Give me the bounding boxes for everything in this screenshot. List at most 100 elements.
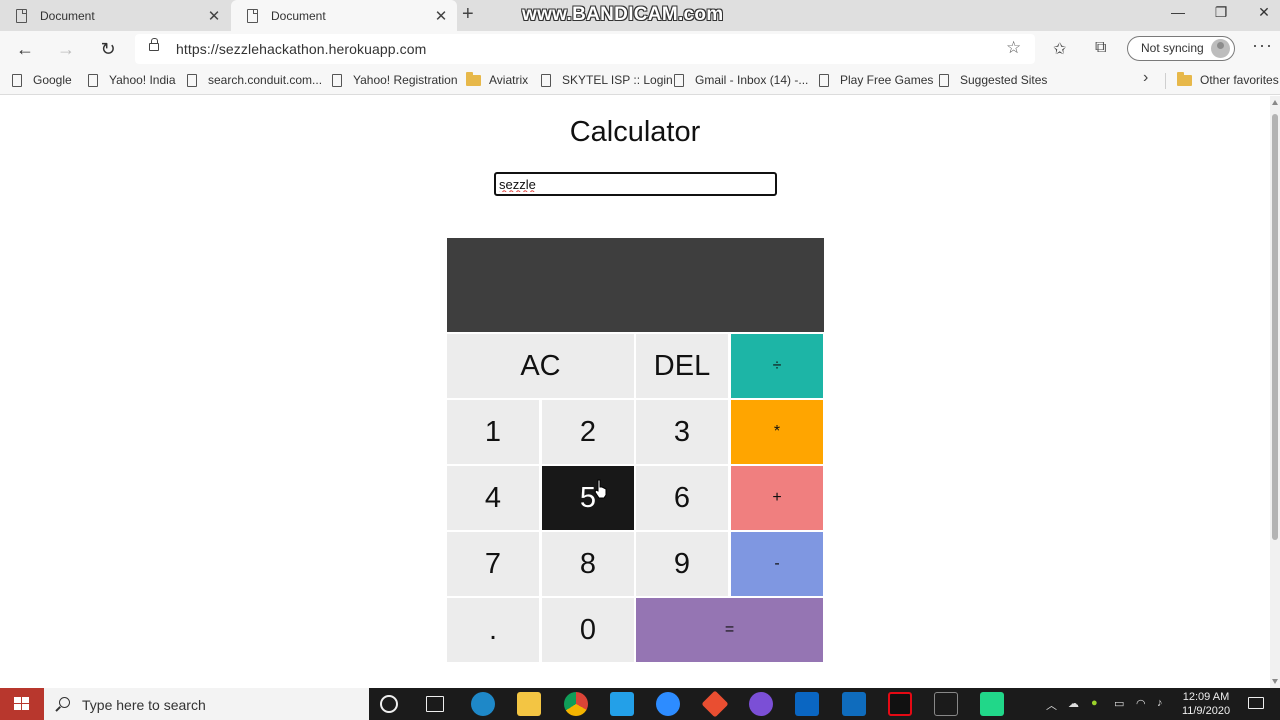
del-button[interactable]: DEL [636, 334, 728, 398]
favorite-item[interactable]: Gmail - Inbox (14) -... [674, 73, 808, 87]
favorite-item[interactable]: Google [12, 73, 72, 87]
url-text[interactable]: https://sezzlehackathon.herokuapp.com [176, 41, 426, 57]
profile-sync-button[interactable]: Not syncing [1127, 36, 1235, 61]
app-icon[interactable] [749, 692, 773, 716]
favorite-label: SKYTEL ISP :: Login [562, 73, 673, 87]
digit-4-button[interactable]: 4 [447, 466, 539, 530]
digit-6-button[interactable]: 6 [636, 466, 728, 530]
ac-button[interactable]: AC [447, 334, 634, 398]
scroll-down-icon[interactable] [1272, 679, 1278, 684]
prime-video-icon[interactable] [934, 692, 958, 716]
tray-app-icon[interactable]: ● [1091, 697, 1098, 709]
page-icon [674, 73, 684, 87]
other-favorites-folder[interactable]: Other favorites [1177, 71, 1279, 87]
folder-icon [1177, 71, 1192, 86]
page-icon [12, 73, 22, 87]
pycharm-icon[interactable] [980, 692, 1004, 716]
outlook-icon[interactable] [842, 692, 866, 716]
close-tab-icon[interactable]: ✕ [206, 7, 222, 25]
tab-title: Document [271, 8, 326, 23]
netflix-icon[interactable] [888, 692, 912, 716]
favorite-item[interactable]: Yahoo! India [88, 73, 176, 87]
battery-icon[interactable]: ▭ [1114, 697, 1124, 710]
minus-button[interactable]: - [731, 532, 823, 596]
digit-1-button[interactable]: 1 [447, 400, 539, 464]
favorite-item[interactable]: Suggested Sites [939, 73, 1047, 87]
hand-cursor-icon [594, 479, 607, 499]
git-icon[interactable] [701, 690, 729, 718]
minimize-icon[interactable]: — [1158, 4, 1198, 20]
browser-tab-bar: Document ✕ Document ✕ + www.BANDICAM.com… [0, 0, 1280, 31]
digit-3-button[interactable]: 3 [636, 400, 728, 464]
browser-tab-1[interactable]: Document ✕ [0, 0, 230, 31]
favorite-label: Other favorites [1200, 73, 1279, 87]
scroll-up-icon[interactable] [1272, 100, 1278, 105]
digit-7-button[interactable]: 7 [447, 532, 539, 596]
page-title: Calculator [569, 116, 701, 148]
chevron-right-icon[interactable]: › [1143, 69, 1148, 87]
page-icon [88, 73, 98, 87]
refresh-icon[interactable]: ↻ [95, 37, 121, 61]
favorite-label: Yahoo! Registration [353, 73, 458, 87]
edge-browser-icon[interactable] [471, 692, 495, 716]
favorite-item[interactable]: SKYTEL ISP :: Login [541, 73, 673, 87]
favorite-item[interactable]: Yahoo! Registration [332, 73, 458, 87]
decimal-point-button[interactable]: . [447, 598, 539, 662]
forward-arrow-icon[interactable]: → [53, 37, 79, 61]
settings-more-icon[interactable]: ··· [1252, 35, 1273, 56]
back-arrow-icon[interactable]: ← [12, 37, 38, 61]
task-view-icon[interactable] [426, 696, 444, 712]
divide-button[interactable]: ÷ [731, 334, 823, 398]
favorite-item[interactable]: Play Free Games [819, 73, 933, 87]
digit-0-button[interactable]: 0 [542, 598, 634, 662]
digit-8-button[interactable]: 8 [542, 532, 634, 596]
zoom-icon[interactable] [656, 692, 680, 716]
favorite-star-icon[interactable]: ☆ [1006, 38, 1021, 58]
start-button[interactable] [0, 688, 44, 720]
lock-icon [149, 38, 159, 51]
clock-date: 11/9/2020 [1181, 705, 1231, 717]
favorite-label: Suggested Sites [960, 73, 1048, 87]
close-tab-icon[interactable]: ✕ [433, 7, 449, 25]
clock-time: 12:09 AM [1182, 691, 1230, 703]
scrollbar-thumb[interactable] [1272, 114, 1278, 540]
page-viewport: Calculator AC DEL ÷ 1 2 3 * 4 5 6 + 7 8 … [0, 96, 1270, 688]
tray-cloud-icon[interactable]: ☁ [1068, 697, 1079, 710]
digit-5-button[interactable]: 5 [542, 466, 634, 530]
collections-icon[interactable]: ⧉ [1095, 39, 1106, 57]
page-icon [541, 73, 551, 87]
favorite-folder[interactable]: Aviatrix [466, 71, 528, 87]
multiply-button[interactable]: * [731, 400, 823, 464]
equals-button[interactable]: = [636, 598, 823, 662]
tray-chevron-up-icon[interactable]: ︿ [1046, 697, 1057, 713]
digit-2-button[interactable]: 2 [542, 400, 634, 464]
maximize-icon[interactable]: ❐ [1201, 4, 1241, 21]
file-explorer-icon[interactable] [517, 692, 541, 716]
avatar [1211, 39, 1230, 58]
new-tab-icon[interactable]: + [462, 3, 474, 26]
taskbar-clock[interactable]: 12:09 AM 11/9/2020 [1178, 690, 1234, 718]
volume-icon[interactable]: ♪ [1157, 697, 1163, 709]
wifi-icon[interactable]: ◠ [1136, 697, 1146, 710]
favorites-bar: Google Yahoo! India search.conduit.com..… [0, 67, 1280, 95]
chrome-icon[interactable] [564, 692, 588, 716]
address-bar[interactable]: https://sezzlehackathon.herokuapp.com ☆ [135, 34, 1035, 64]
taskbar-search[interactable]: Type here to search [44, 688, 369, 720]
linkedin-icon[interactable] [795, 692, 819, 716]
notifications-icon[interactable] [1248, 697, 1264, 709]
favorite-label: Gmail - Inbox (14) -... [695, 73, 809, 87]
favorite-item[interactable]: search.conduit.com... [187, 73, 322, 87]
favorite-label: search.conduit.com... [208, 73, 323, 87]
sync-status-label: Not syncing [1141, 41, 1204, 55]
browser-tab-2-active[interactable]: Document ✕ [231, 0, 457, 31]
vertical-scrollbar[interactable] [1270, 96, 1280, 688]
cortana-icon[interactable] [380, 695, 398, 713]
digit-9-button[interactable]: 9 [636, 532, 728, 596]
vscode-icon[interactable] [610, 692, 634, 716]
name-input[interactable] [494, 172, 777, 196]
plus-button[interactable]: + [731, 466, 823, 530]
favorites-list-icon[interactable]: ✩ [1053, 39, 1066, 59]
divider [1165, 73, 1166, 89]
window-close-icon[interactable]: ✕ [1244, 4, 1280, 21]
search-icon [59, 697, 70, 708]
